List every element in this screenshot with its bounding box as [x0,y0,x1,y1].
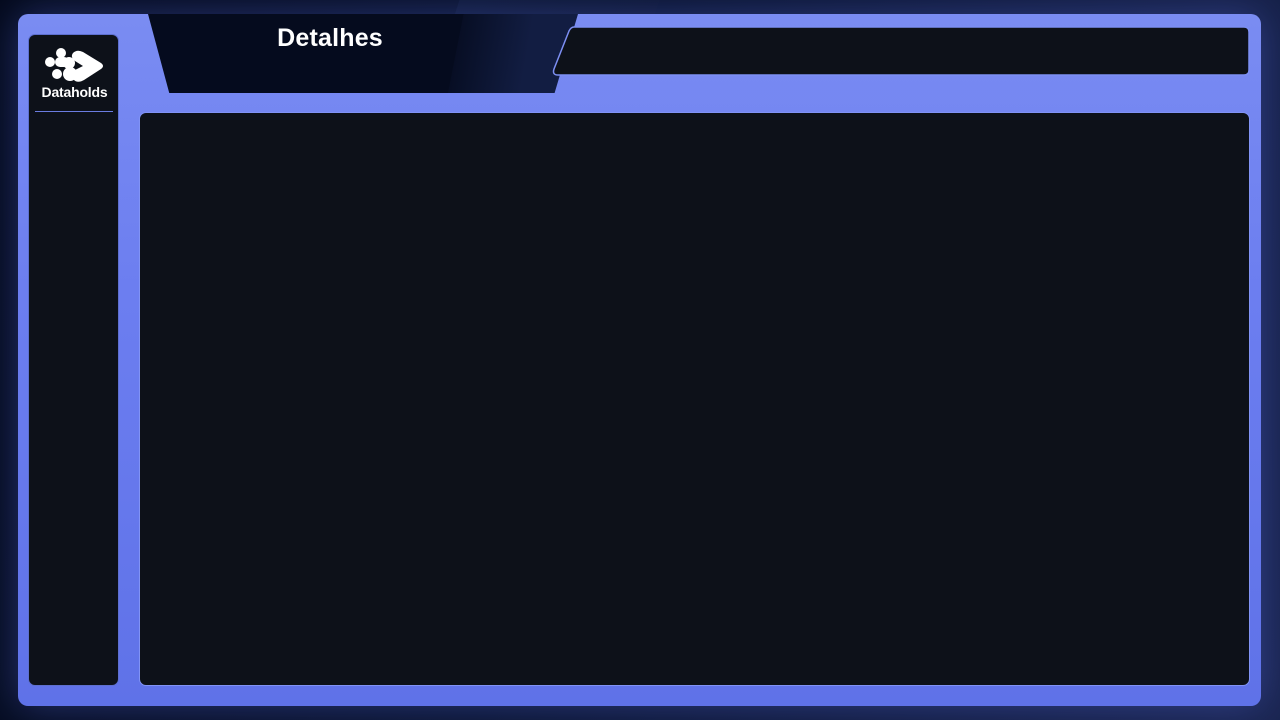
page-title: Detalhes [277,24,383,52]
title-tab-accent [448,14,578,93]
sidebar-divider [35,111,113,112]
brand-name: Dataholds [41,84,108,100]
main-content-panel [139,112,1250,686]
dataholds-logo-icon [45,48,103,82]
sidebar: Dataholds [28,34,119,686]
